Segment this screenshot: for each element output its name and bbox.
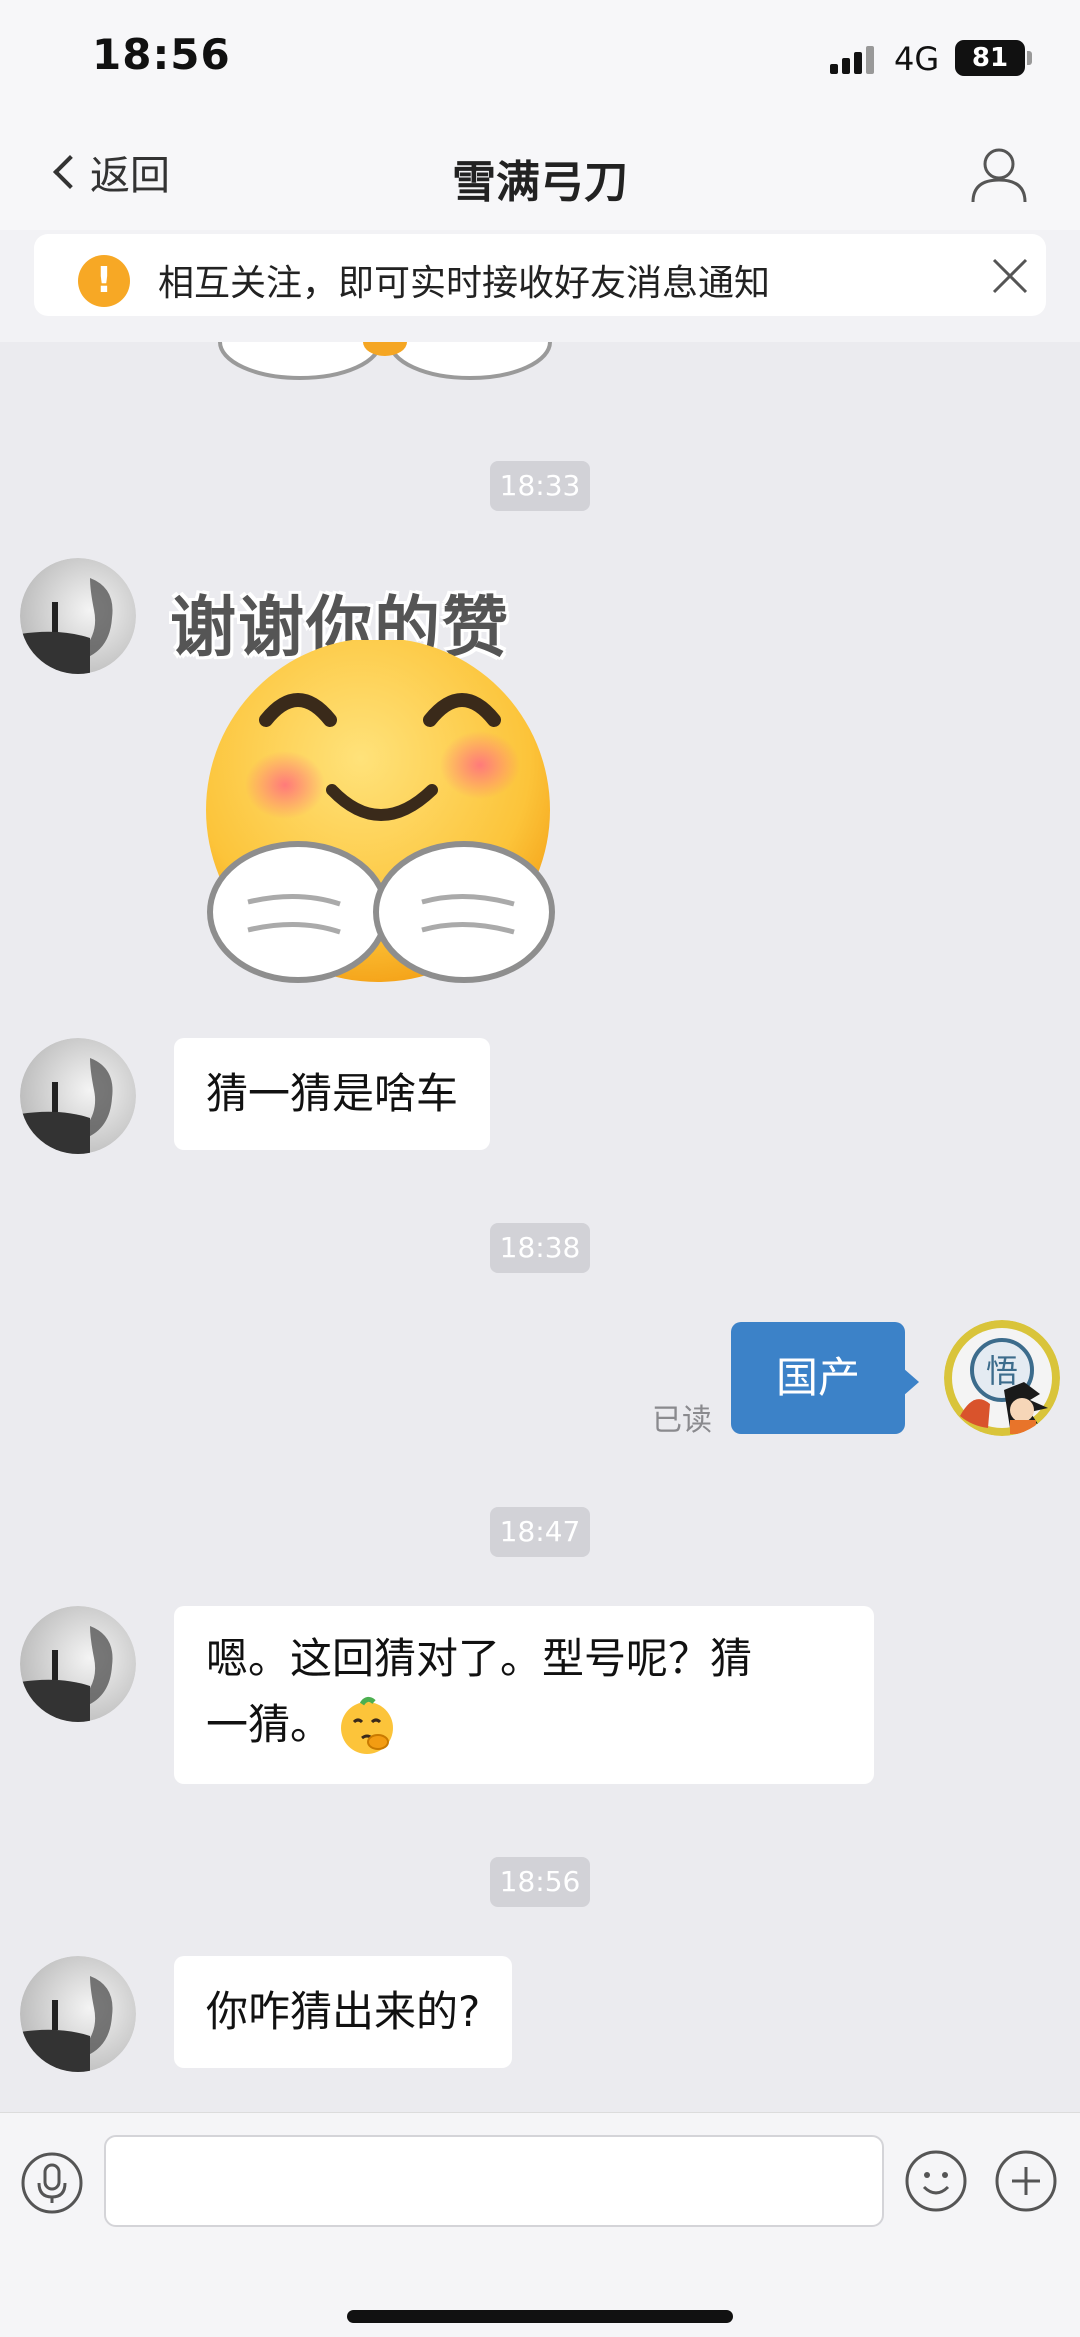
- battery-icon: 81: [955, 40, 1025, 76]
- emoji-icon[interactable]: [904, 2149, 968, 2213]
- timestamp: 18:56: [490, 1857, 590, 1907]
- contact-avatar[interactable]: [20, 1956, 136, 2072]
- status-bar: 18:56 4G 81: [0, 0, 1080, 120]
- notice-banner-area: ! 相互关注，即可实时接收好友消息通知: [0, 230, 1080, 342]
- message-bubble-incoming[interactable]: 嗯。这回猜对了。型号呢？猜 一猜。: [174, 1606, 874, 1784]
- message-text-line: 嗯。这回猜对了。型号呢？猜: [206, 1634, 753, 1683]
- chat-input-bar: [0, 2112, 1080, 2246]
- status-time: 18:56: [92, 30, 231, 79]
- message-bubble-incoming[interactable]: 猜一猜是啥车: [174, 1038, 491, 1150]
- timestamp: 18:33: [490, 461, 590, 511]
- message-text: 国产: [775, 1353, 860, 1402]
- read-status: 已读: [652, 1403, 712, 1438]
- warning-icon: !: [78, 255, 130, 307]
- message-input[interactable]: [104, 2135, 884, 2227]
- message-text-line: 一猜。: [206, 1700, 333, 1749]
- signal-icon: [830, 44, 878, 74]
- contact-avatar[interactable]: [20, 1606, 136, 1722]
- nav-bar: 返回 雪满弓刀: [0, 120, 1080, 230]
- follow-notice-banner[interactable]: ! 相互关注，即可实时接收好友消息通知: [34, 234, 1046, 316]
- timestamp: 18:47: [490, 1507, 590, 1557]
- svg-text:悟: 悟: [986, 1352, 1018, 1390]
- page-title: 雪满弓刀: [452, 157, 628, 208]
- battery-tip: [1027, 51, 1032, 65]
- message-text: 你咋猜出来的?: [206, 1987, 481, 2036]
- hug-emoji-sticker[interactable]: [200, 640, 570, 985]
- home-area: [0, 2246, 1080, 2337]
- contact-avatar[interactable]: [20, 1038, 136, 1154]
- message-text: 猜一猜是啥车: [206, 1069, 459, 1118]
- contact-avatar[interactable]: [20, 558, 136, 674]
- plus-icon[interactable]: [994, 2149, 1058, 2213]
- my-avatar[interactable]: 悟: [944, 1320, 1060, 1436]
- home-indicator[interactable]: [347, 2310, 733, 2323]
- user-profile-icon[interactable]: [968, 142, 1030, 204]
- timestamp: 18:38: [490, 1223, 590, 1273]
- message-bubble-incoming[interactable]: 你咋猜出来的?: [174, 1956, 513, 2068]
- thinking-emoji-icon: [341, 1696, 394, 1754]
- close-icon[interactable]: [990, 256, 1030, 296]
- microphone-icon[interactable]: [20, 2151, 84, 2215]
- notice-text: 相互关注，即可实时接收好友消息通知: [158, 263, 771, 304]
- sticker-partial: [218, 342, 552, 380]
- message-bubble-outgoing[interactable]: 国产: [731, 1322, 919, 1434]
- network-label: 4G: [894, 40, 940, 78]
